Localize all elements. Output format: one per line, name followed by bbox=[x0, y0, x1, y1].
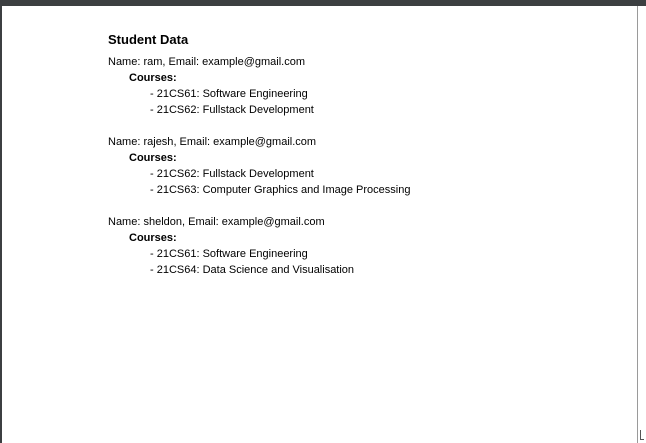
student-line: Name: sheldon, Email: example@gmail.com bbox=[108, 214, 410, 230]
email-prefix: , Email: bbox=[162, 56, 203, 68]
course-item: 21CS64: Data Science and Visualisation bbox=[150, 262, 410, 278]
student-name: ram bbox=[143, 56, 163, 68]
courses-heading: Courses: bbox=[129, 232, 177, 244]
student-email: example@gmail.com bbox=[213, 136, 317, 148]
page-right-edge bbox=[637, 6, 646, 443]
course-item: 21CS61: Software Engineering bbox=[150, 246, 410, 262]
courses-heading: Courses: bbox=[129, 152, 177, 164]
name-prefix: Name: bbox=[108, 56, 144, 68]
course-list: 21CS62: Fullstack Development 21CS63: Co… bbox=[108, 166, 411, 198]
page-corner-marker bbox=[640, 430, 644, 440]
student-name: rajesh bbox=[143, 136, 174, 148]
student-record: Name: ram, Email: example@gmail.com Cour… bbox=[108, 54, 410, 118]
student-line: Name: ram, Email: example@gmail.com bbox=[108, 54, 410, 70]
student-email: example@gmail.com bbox=[221, 216, 325, 228]
course-list: 21CS61: Software Engineering 21CS64: Dat… bbox=[108, 246, 410, 278]
course-item: 21CS62: Fullstack Development bbox=[150, 102, 410, 118]
course-item: 21CS62: Fullstack Development bbox=[150, 166, 410, 182]
student-name: sheldon bbox=[143, 216, 183, 228]
courses-heading: Courses: bbox=[129, 72, 177, 84]
document-content: Student Data Name: ram, Email: example@g… bbox=[108, 32, 410, 294]
student-email: example@gmail.com bbox=[202, 56, 306, 68]
student-record: Name: sheldon, Email: example@gmail.com … bbox=[108, 214, 410, 278]
name-prefix: Name: bbox=[108, 136, 144, 148]
course-list: 21CS61: Software Engineering 21CS62: Ful… bbox=[108, 86, 410, 118]
name-prefix: Name: bbox=[108, 216, 144, 228]
student-record: Name: rajesh, Email: example@gmail.com C… bbox=[108, 134, 410, 198]
email-prefix: , Email: bbox=[173, 136, 214, 148]
student-line: Name: rajesh, Email: example@gmail.com bbox=[108, 134, 410, 150]
course-item: 21CS63: Computer Graphics and Image Proc… bbox=[150, 182, 411, 198]
course-item: 21CS61: Software Engineering bbox=[150, 86, 410, 102]
email-prefix: , Email: bbox=[182, 216, 222, 228]
document-title: Student Data bbox=[108, 32, 189, 47]
